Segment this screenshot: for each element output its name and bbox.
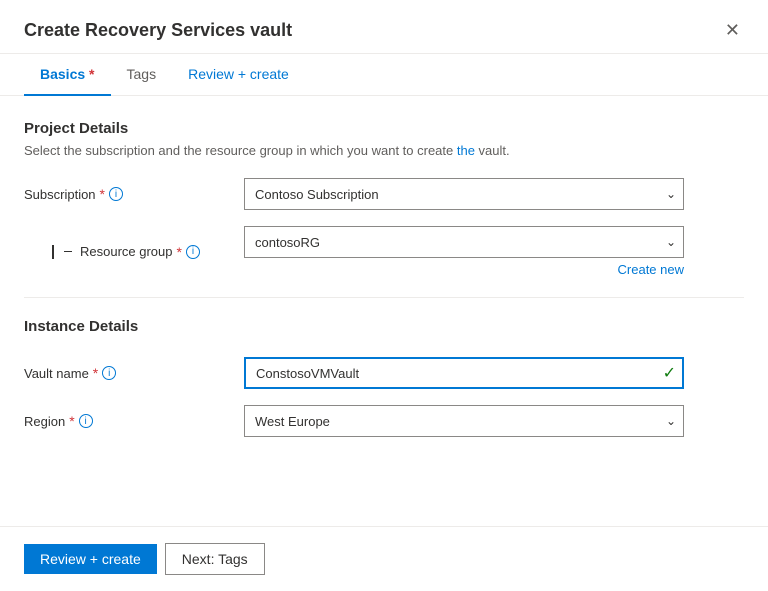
- section-divider: [24, 297, 744, 298]
- tab-bar: Basics * Tags Review + create: [0, 54, 768, 96]
- main-content: Project Details Select the subscription …: [0, 96, 768, 526]
- vault-name-input[interactable]: [244, 357, 684, 389]
- resource-group-label: Resource group: [80, 244, 173, 259]
- dialog-title: Create Recovery Services vault: [24, 20, 292, 41]
- vault-name-label: Vault name: [24, 366, 89, 381]
- subscription-label: Subscription: [24, 187, 96, 202]
- subscription-select[interactable]: Contoso Subscription: [244, 178, 684, 210]
- subscription-label-area: Subscription * i: [24, 186, 244, 202]
- tab-basics[interactable]: Basics *: [24, 54, 111, 96]
- region-required: *: [69, 413, 74, 429]
- vault-name-valid-icon: ✓: [663, 363, 676, 383]
- region-group: Region * i West Europe ⌄: [24, 405, 744, 437]
- region-select[interactable]: West Europe: [244, 405, 684, 437]
- create-new-resource-group-link[interactable]: Create new: [244, 262, 684, 277]
- resource-group-info-icon[interactable]: i: [186, 245, 200, 259]
- region-label-area: Region * i: [24, 413, 244, 429]
- next-tags-button[interactable]: Next: Tags: [165, 543, 265, 575]
- close-icon: ✕: [725, 20, 740, 41]
- vault-name-control: ✓: [244, 357, 684, 389]
- region-label: Region: [24, 414, 65, 429]
- tree-line-v: [52, 245, 54, 259]
- subscription-select-wrapper: Contoso Subscription ⌄: [244, 178, 684, 210]
- resource-group-group: Resource group * i contosoRG ⌄ Create ne…: [24, 226, 744, 277]
- close-button[interactable]: ✕: [721, 16, 744, 45]
- tab-tags[interactable]: Tags: [111, 54, 173, 96]
- subscription-group: Subscription * i Contoso Subscription ⌄: [24, 178, 744, 210]
- dialog-header: Create Recovery Services vault ✕: [0, 0, 768, 54]
- resource-group-required: *: [177, 244, 182, 260]
- review-create-button[interactable]: Review + create: [24, 544, 157, 574]
- subscription-required: *: [100, 186, 105, 202]
- vault-name-input-wrapper: ✓: [244, 357, 684, 389]
- region-select-wrapper: West Europe ⌄: [244, 405, 684, 437]
- tree-line-h: [64, 251, 72, 252]
- resource-group-control: contosoRG ⌄ Create new: [244, 226, 684, 277]
- vault-name-label-area: Vault name * i: [24, 365, 244, 381]
- desc-highlight: the: [457, 143, 475, 158]
- instance-details-title: Instance Details: [24, 318, 744, 335]
- dialog-footer: Review + create Next: Tags: [0, 526, 768, 591]
- tab-review-create[interactable]: Review + create: [172, 54, 305, 96]
- subscription-info-icon[interactable]: i: [109, 187, 123, 201]
- create-vault-dialog: Create Recovery Services vault ✕ Basics …: [0, 0, 768, 591]
- resource-group-select[interactable]: contosoRG: [244, 226, 684, 258]
- vault-name-required: *: [93, 365, 98, 381]
- basics-required-star: *: [85, 66, 94, 82]
- resource-group-select-wrapper: contosoRG ⌄: [244, 226, 684, 258]
- vault-name-info-icon[interactable]: i: [102, 366, 116, 380]
- region-info-icon[interactable]: i: [79, 414, 93, 428]
- subscription-control: Contoso Subscription ⌄: [244, 178, 684, 210]
- project-details-desc: Select the subscription and the resource…: [24, 143, 744, 158]
- resource-group-label-area: Resource group * i: [24, 244, 244, 260]
- region-control: West Europe ⌄: [244, 405, 684, 437]
- project-details-title: Project Details: [24, 120, 744, 137]
- vault-name-group: Vault name * i ✓: [24, 357, 744, 389]
